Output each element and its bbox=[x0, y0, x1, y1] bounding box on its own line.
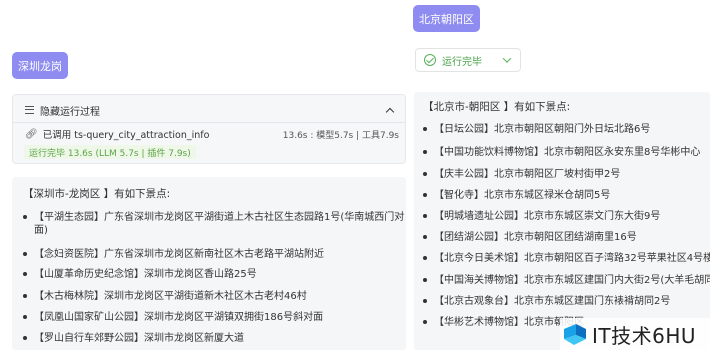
list-item: 【凤凰山国家矿山公园】深圳市龙岗区平湖镇双拥街186号斜对面 bbox=[23, 311, 323, 324]
watermark: IT技术6HU bbox=[560, 318, 710, 350]
list-item: 【庆丰公园】北京市朝阳区厂坡村街甲2号 bbox=[423, 168, 620, 181]
list-item: 【智化寺】北京市东城区禄米仓胡同5号 bbox=[423, 189, 610, 202]
list-icon bbox=[25, 106, 34, 114]
divider bbox=[13, 122, 405, 123]
tool-name: 已调用 ts-query_city_attraction_info bbox=[42, 130, 210, 141]
tool-timing: 13.6s : 模型5.7s | 工具7.9s bbox=[282, 130, 399, 141]
list-item: 【罗山自行车郊野公园】深圳市龙岗区新厦大道 bbox=[23, 332, 244, 345]
list-item: 【中国功能饮料博物馆】北京市朝阳区永安东里8号华彬中心 bbox=[423, 146, 700, 159]
list-item: 【明城墙遗址公园】北京市东城区崇文门东大街9号 bbox=[423, 210, 660, 223]
answer-heading: 【深圳市-龙岗区 】有如下景点: bbox=[23, 188, 171, 200]
chevron-up-icon[interactable] bbox=[385, 107, 395, 116]
list-item: 【北京今日美术馆】北京市朝阳区百子湾路32号苹果社区4号楼 bbox=[423, 252, 710, 265]
chevron-down-icon bbox=[502, 54, 512, 63]
list-item: 【平湖生态园】广东省深圳市龙岗区平湖街道上木古社区生态园路1号(华南城西门对 bbox=[23, 211, 404, 224]
list-item: 【北京古观象台】北京市东城区建国门东裱褙胡同2号 bbox=[423, 295, 670, 308]
run-complete-badge: 运行完毕 13.6s (LLM 5.7s | 插件 7.9s) bbox=[24, 145, 196, 159]
answer-panel-right: 【北京市-朝阳区 】有如下景点: 【日坛公园】北京市朝阳区朝阳门外日坛北路6号 … bbox=[414, 92, 710, 350]
tool-call-card: 隐藏运行过程 🔗︎ 已调用 ts-query_city_attraction_i… bbox=[12, 94, 406, 164]
list-item: 【木古梅林院】深圳市龙岗区平湖街道新木社区木古老村46村 bbox=[23, 290, 307, 303]
answer-heading: 【北京市-朝阳区 】有如下景点: bbox=[423, 101, 571, 113]
run-status-label: 运行完毕 bbox=[442, 56, 482, 68]
answer-panel-left: 【深圳市-龙岗区 】有如下景点: 【平湖生态园】广东省深圳市龙岗区平湖街道上木古… bbox=[12, 177, 406, 350]
list-item-continuation: 面) bbox=[34, 225, 48, 236]
run-status-dropdown[interactable]: 运行完毕 bbox=[415, 48, 521, 72]
list-item: 【日坛公园】北京市朝阳区朝阳门外日坛北路6号 bbox=[423, 123, 650, 136]
list-item: 【团结湖公园】北京市朝阳区团结湖南里16号 bbox=[423, 231, 637, 244]
hide-process-label: 隐藏运行过程 bbox=[40, 106, 100, 118]
tool-invocation-row: 🔗︎ 已调用 ts-query_city_attraction_info 13.… bbox=[25, 127, 399, 142]
list-item: 【念妇资医院】广东省深圳市龙岗区新南社区木古老路平湖站附近 bbox=[23, 248, 324, 261]
check-circle-icon bbox=[424, 54, 436, 66]
list-item: 【山厦革命历史纪念馆】深圳市龙岗区香山路25号 bbox=[23, 268, 257, 281]
link-icon: 🔗︎ bbox=[25, 128, 38, 140]
watermark-text: IT技术6HU bbox=[592, 323, 697, 348]
district-button-shenzhen-longgang[interactable]: 深圳龙岗 bbox=[12, 52, 68, 79]
list-item: 【中国海关博物馆】北京市东城区建国门内大街2号(大羊毛胡同 bbox=[423, 274, 710, 287]
watermark-logo-icon bbox=[564, 324, 586, 345]
district-button-beijing-chaoyang[interactable]: 北京朝阳区 bbox=[413, 5, 480, 32]
tool-call-header[interactable]: 隐藏运行过程 bbox=[25, 103, 395, 118]
